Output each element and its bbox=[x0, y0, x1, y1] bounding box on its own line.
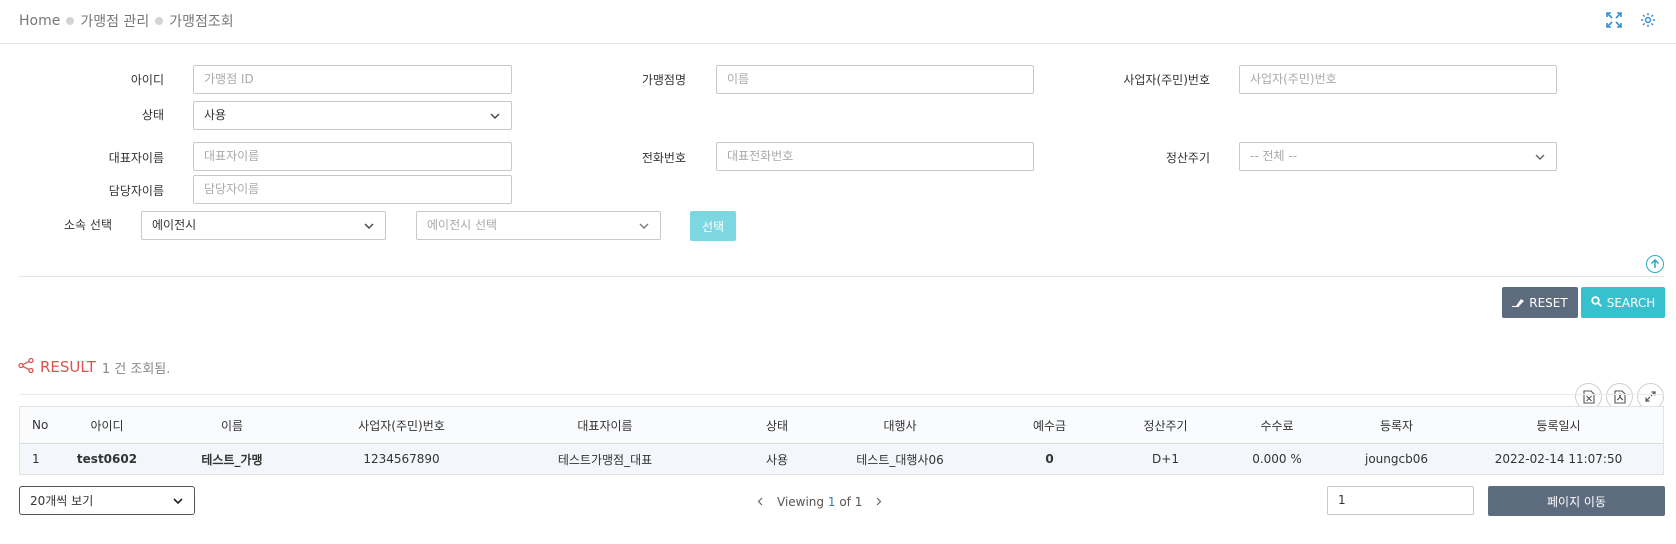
eraser-icon bbox=[1512, 296, 1525, 310]
result-title: RESULT bbox=[40, 358, 96, 376]
breadcrumb-home[interactable]: Home bbox=[19, 13, 60, 29]
breadcrumb-level1[interactable]: 가맹점 관리 bbox=[80, 11, 149, 31]
col-header[interactable]: 등록일시 bbox=[1454, 407, 1663, 443]
pagination: Viewing 1 of 1 bbox=[757, 491, 882, 513]
share-icon bbox=[18, 357, 34, 376]
col-header[interactable]: 수수료 bbox=[1215, 407, 1339, 443]
table-row[interactable]: 1 test0602 테스트_가맹 1234567890 테스트가맹점_대표 사… bbox=[20, 444, 1663, 474]
cell-bizno: 1234567890 bbox=[363, 452, 440, 466]
cell-cycle: D+1 bbox=[1152, 452, 1179, 466]
affil-agency-value: 에이전시 선택 bbox=[427, 218, 498, 232]
page-move-button[interactable]: 페이지 이동 bbox=[1488, 486, 1665, 516]
name-input[interactable]: 이름 bbox=[716, 65, 1034, 94]
page-number-input[interactable]: 1 bbox=[1327, 486, 1474, 515]
col-header[interactable]: 상태 bbox=[737, 407, 817, 443]
viewing-prefix: Viewing bbox=[777, 495, 825, 509]
cell-deposit: 0 bbox=[1045, 452, 1054, 466]
id-label: 아이디 bbox=[130, 73, 164, 87]
manager-label: 담당자이름 bbox=[108, 184, 164, 198]
chevron-down-icon bbox=[489, 110, 501, 122]
breadcrumb: Home 가맹점 관리 가맹점조회 bbox=[19, 10, 234, 32]
col-header[interactable]: 대행사 bbox=[817, 407, 983, 443]
manager-input[interactable]: 담당자이름 bbox=[193, 175, 512, 204]
affil-type-value: 에이전시 bbox=[152, 218, 197, 232]
col-header[interactable]: 아이디 bbox=[80, 407, 134, 443]
name-label: 가맹점명 bbox=[641, 73, 686, 87]
select-button[interactable]: 선택 bbox=[690, 211, 736, 241]
viewing-text: Viewing 1 of 1 bbox=[777, 495, 862, 509]
cell-fee: 0.000 % bbox=[1252, 452, 1302, 466]
phone-input[interactable]: 대표전화번호 bbox=[716, 142, 1034, 171]
chevron-down-icon bbox=[1534, 151, 1546, 163]
status-select-value: 사용 bbox=[204, 108, 227, 122]
bizno-input[interactable]: 사업자(주민)번호 bbox=[1239, 65, 1557, 94]
per-page-value: 20개씩 보기 bbox=[30, 494, 94, 508]
col-header[interactable]: 정산주기 bbox=[1116, 407, 1215, 443]
reset-button[interactable]: RESET bbox=[1502, 287, 1578, 318]
affil-agency-select[interactable]: 에이전시 선택 bbox=[416, 211, 661, 240]
col-header[interactable]: 이름 bbox=[134, 407, 330, 443]
bizno-label: 사업자(주민)번호 bbox=[1123, 73, 1210, 87]
breadcrumb-level2: 가맹점조회 bbox=[169, 14, 234, 30]
rep-input[interactable]: 대표자이름 bbox=[193, 142, 512, 171]
cycle-select[interactable]: -- 전체 -- bbox=[1239, 142, 1557, 171]
current-page: 1 bbox=[827, 495, 836, 509]
chevron-down-icon bbox=[363, 220, 375, 232]
col-header[interactable]: 사업자(주민)번호 bbox=[330, 407, 473, 443]
breadcrumb-separator bbox=[66, 17, 75, 25]
result-divider bbox=[19, 394, 1664, 395]
cell-regdate: 2022-02-14 11:07:50 bbox=[1494, 452, 1623, 466]
cell-id: test0602 bbox=[76, 452, 138, 466]
chevron-down-icon bbox=[172, 495, 184, 507]
total-pages: of 1 bbox=[839, 495, 863, 509]
cell-agency: 테스트_대행사06 bbox=[856, 452, 944, 467]
result-count: 1 건 조회됨. bbox=[101, 361, 171, 377]
result-header: RESULT 1 건 조회됨. bbox=[18, 357, 170, 377]
search-button-label: SEARCH bbox=[1606, 295, 1656, 310]
search-icon bbox=[1591, 295, 1602, 310]
chevron-left-icon[interactable] bbox=[757, 495, 763, 509]
per-page-select[interactable]: 20개씩 보기 bbox=[19, 486, 195, 515]
gear-icon[interactable] bbox=[1638, 10, 1658, 30]
col-header[interactable]: 등록자 bbox=[1339, 407, 1454, 443]
col-header[interactable]: 예수금 bbox=[983, 407, 1116, 443]
rep-label: 대표자이름 bbox=[108, 151, 164, 165]
status-select[interactable]: 사용 bbox=[193, 101, 512, 130]
result-table: No 아이디 이름 사업자(주민)번호 대표자이름 상태 대행사 예수금 정산주… bbox=[19, 406, 1664, 475]
cell-rep: 테스트가맹점_대표 bbox=[557, 452, 653, 467]
table-header-row: No 아이디 이름 사업자(주민)번호 대표자이름 상태 대행사 예수금 정산주… bbox=[20, 407, 1663, 444]
id-input[interactable]: 가맹점 ID bbox=[193, 65, 512, 94]
chevron-down-icon bbox=[638, 220, 650, 232]
cycle-label: 정산주기 bbox=[1165, 151, 1210, 165]
chevron-right-icon[interactable] bbox=[876, 495, 882, 509]
cell-registrant: joungcb06 bbox=[1365, 452, 1428, 466]
fullscreen-icon[interactable] bbox=[1604, 10, 1624, 30]
cell-no: 1 bbox=[32, 452, 40, 466]
status-label: 상태 bbox=[141, 108, 164, 122]
header-divider bbox=[0, 43, 1676, 44]
cycle-select-value: -- 전체 -- bbox=[1250, 149, 1298, 163]
affil-type-select[interactable]: 에이전시 bbox=[141, 211, 386, 240]
reset-button-label: RESET bbox=[1529, 295, 1568, 310]
search-divider bbox=[19, 276, 1664, 277]
cell-name: 테스트_가맹 bbox=[201, 452, 263, 467]
col-header[interactable]: 대표자이름 bbox=[473, 407, 737, 443]
search-button[interactable]: SEARCH bbox=[1581, 287, 1665, 318]
arrow-up-circle-icon[interactable] bbox=[1646, 255, 1664, 273]
cell-status: 사용 bbox=[765, 452, 789, 467]
col-header[interactable]: No bbox=[20, 407, 80, 443]
phone-label: 전화번호 bbox=[641, 151, 686, 165]
affil-label: 소속 선택 bbox=[64, 218, 112, 232]
breadcrumb-separator bbox=[155, 17, 164, 25]
